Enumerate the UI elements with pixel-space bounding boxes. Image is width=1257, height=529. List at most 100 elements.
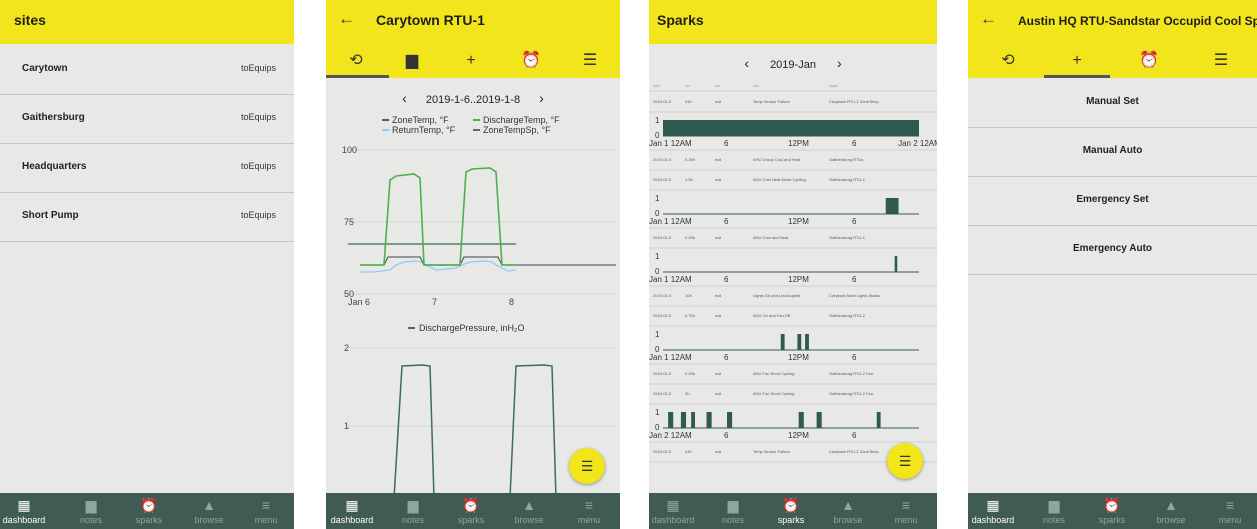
nav-sparks[interactable]: ⏰ sparks bbox=[443, 493, 499, 525]
list-icon[interactable]: ☰ bbox=[565, 44, 615, 78]
emergency-auto-option[interactable]: Emergency Auto bbox=[968, 226, 1257, 275]
history-icon[interactable]: ⟲ bbox=[326, 44, 389, 78]
to-equips-link[interactable]: toEquips bbox=[241, 112, 276, 122]
x-tick-label: Jan 1 12AM bbox=[649, 139, 692, 148]
nav-notes[interactable]: ▆ notes bbox=[385, 493, 441, 525]
nav-sparks[interactable]: ⏰ sparks bbox=[763, 493, 819, 525]
site-row[interactable]: Carytown toEquips bbox=[0, 46, 294, 95]
nav-dashboard[interactable]: ▦ dashboard bbox=[326, 493, 380, 525]
x-tick-label: 6 bbox=[852, 275, 857, 284]
nav-browse[interactable]: ▲ browse bbox=[1143, 493, 1199, 525]
navigation-icon: ▲ bbox=[1164, 497, 1178, 513]
back-arrow-icon[interactable]: ← bbox=[980, 9, 997, 29]
menu-icon: ≡ bbox=[901, 497, 911, 513]
spark-target: Carytown RTU-1 ZoneTemp bbox=[829, 449, 879, 454]
add-icon[interactable]: + bbox=[1044, 44, 1110, 78]
site-name: Gaithersburg bbox=[22, 112, 85, 123]
next-month-button[interactable]: › bbox=[837, 55, 842, 71]
spark-date: 2019-01-0 bbox=[653, 313, 672, 318]
site-name: Short Pump bbox=[22, 210, 79, 221]
option-label: Manual Set bbox=[1086, 96, 1139, 107]
nav-notes[interactable]: ▆ notes bbox=[1026, 493, 1082, 525]
to-equips-link[interactable]: toEquips bbox=[241, 63, 276, 73]
y-tick-label: 1 bbox=[655, 330, 660, 339]
nav-browse[interactable]: ▲ browse bbox=[501, 493, 557, 525]
nav-dashboard[interactable]: ▦ dashboard bbox=[968, 493, 1021, 525]
filter-fab[interactable]: ☰ bbox=[887, 443, 923, 479]
spark-bar[interactable] bbox=[668, 412, 674, 428]
site-row[interactable]: Short Pump toEquips bbox=[0, 193, 294, 242]
next-range-button[interactable]: › bbox=[539, 90, 544, 106]
x-tick-label: 6 bbox=[724, 139, 729, 148]
app-bar: ← Carytown RTU-1 bbox=[326, 0, 620, 44]
site-row[interactable]: Gaithersburg toEquips bbox=[0, 95, 294, 144]
y-tick-label: 1 bbox=[655, 194, 660, 203]
bottom-nav: ▦ dashboard ▆ notes ⏰ sparks ▲ browse ≡ menu bbox=[326, 493, 620, 529]
spark-bar[interactable] bbox=[876, 412, 881, 428]
nav-sparks[interactable]: ⏰ sparks bbox=[1084, 493, 1140, 525]
list-icon[interactable]: ☰ bbox=[1196, 44, 1246, 78]
spark-bar[interactable] bbox=[885, 198, 899, 214]
column-header: date bbox=[653, 84, 660, 88]
x-axis-labels: Jan 6 7 8 bbox=[348, 297, 514, 307]
prev-month-button[interactable]: ‹ bbox=[744, 55, 749, 71]
manual-auto-option[interactable]: Manual Auto bbox=[968, 128, 1257, 177]
nav-dashboard[interactable]: ▦ dashboard bbox=[0, 493, 52, 525]
spark-bar[interactable] bbox=[798, 412, 804, 428]
to-equips-link[interactable]: toEquips bbox=[241, 210, 276, 220]
add-icon[interactable]: + bbox=[446, 44, 496, 78]
filter-icon: ☰ bbox=[898, 453, 912, 469]
point-write-screen: ← Austin HQ RTU-Sandstar Occupid Cool Sp… bbox=[968, 0, 1257, 529]
spark-bar[interactable] bbox=[706, 412, 712, 428]
spark-bar[interactable] bbox=[680, 412, 687, 428]
alarm-icon[interactable]: ⏰ bbox=[506, 44, 556, 78]
spark-bar[interactable] bbox=[894, 256, 898, 272]
spark-bar[interactable] bbox=[797, 334, 802, 350]
sites-screen: sites Carytown toEquips Gaithersburg toE… bbox=[0, 0, 294, 529]
history-screen: ← Carytown RTU-1 ⟲ ▆ + ⏰ ☰ ‹ 2019-1-6..2… bbox=[326, 0, 620, 529]
spark-bar[interactable] bbox=[663, 120, 919, 136]
site-row[interactable]: Headquarters toEquips bbox=[0, 144, 294, 193]
nav-menu[interactable]: ≡ menu bbox=[878, 493, 934, 525]
spark-bar[interactable] bbox=[816, 412, 822, 428]
spark-target: Gaithersburg RTU-1 bbox=[829, 177, 866, 182]
spark-rule: AHU On and Fan Off bbox=[753, 313, 791, 318]
nav-notes[interactable]: ▆ notes bbox=[63, 493, 119, 525]
spark-dur: 0.25h bbox=[685, 235, 695, 240]
nav-menu[interactable]: ≡ menu bbox=[1202, 493, 1257, 525]
x-tick-label: 12PM bbox=[788, 431, 809, 440]
page-title: Austin HQ RTU-Sandstar Occupid Cool Sp bbox=[1018, 14, 1257, 28]
manual-set-option[interactable]: Manual Set bbox=[968, 79, 1257, 128]
emergency-set-option[interactable]: Emergency Set bbox=[968, 177, 1257, 226]
nav-menu[interactable]: ≡ menu bbox=[238, 493, 294, 525]
page-title: sites bbox=[14, 12, 46, 28]
y-tick-label: 75 bbox=[344, 217, 354, 227]
nav-browse[interactable]: ▲ browse bbox=[181, 493, 237, 525]
spark-site: null bbox=[715, 391, 721, 396]
nav-menu[interactable]: ≡ menu bbox=[561, 493, 617, 525]
nav-dashboard[interactable]: ▦ dashboard bbox=[649, 493, 701, 525]
spark-bar[interactable] bbox=[805, 334, 809, 350]
site-name: Carytown bbox=[22, 63, 68, 74]
spark-bar[interactable] bbox=[691, 412, 695, 428]
app-bar: Sparks bbox=[649, 0, 937, 44]
spark-target: Gaithersburg RTU-2 bbox=[829, 313, 866, 318]
spark-bar[interactable] bbox=[780, 334, 785, 350]
x-tick-label: 6 bbox=[852, 217, 857, 226]
spark-site: null bbox=[715, 177, 721, 182]
nav-browse[interactable]: ▲ browse bbox=[820, 493, 876, 525]
spark-dur: 24h bbox=[685, 99, 692, 104]
back-arrow-icon[interactable]: ← bbox=[338, 9, 355, 29]
notes-icon[interactable]: ▆ bbox=[387, 44, 437, 78]
to-equips-link[interactable]: toEquips bbox=[241, 161, 276, 171]
spark-bar[interactable] bbox=[727, 412, 733, 428]
filter-fab[interactable]: ☰ bbox=[569, 448, 605, 484]
nav-sparks[interactable]: ⏰ sparks bbox=[121, 493, 177, 525]
history-icon[interactable]: ⟲ bbox=[983, 44, 1033, 78]
alarm-clock-icon: ⏰ bbox=[782, 497, 800, 513]
page-title: Sparks bbox=[657, 12, 704, 28]
nav-notes[interactable]: ▆ notes bbox=[705, 493, 761, 525]
prev-range-button[interactable]: ‹ bbox=[402, 90, 407, 106]
spark-site: null bbox=[715, 235, 721, 240]
alarm-icon[interactable]: ⏰ bbox=[1124, 44, 1174, 78]
